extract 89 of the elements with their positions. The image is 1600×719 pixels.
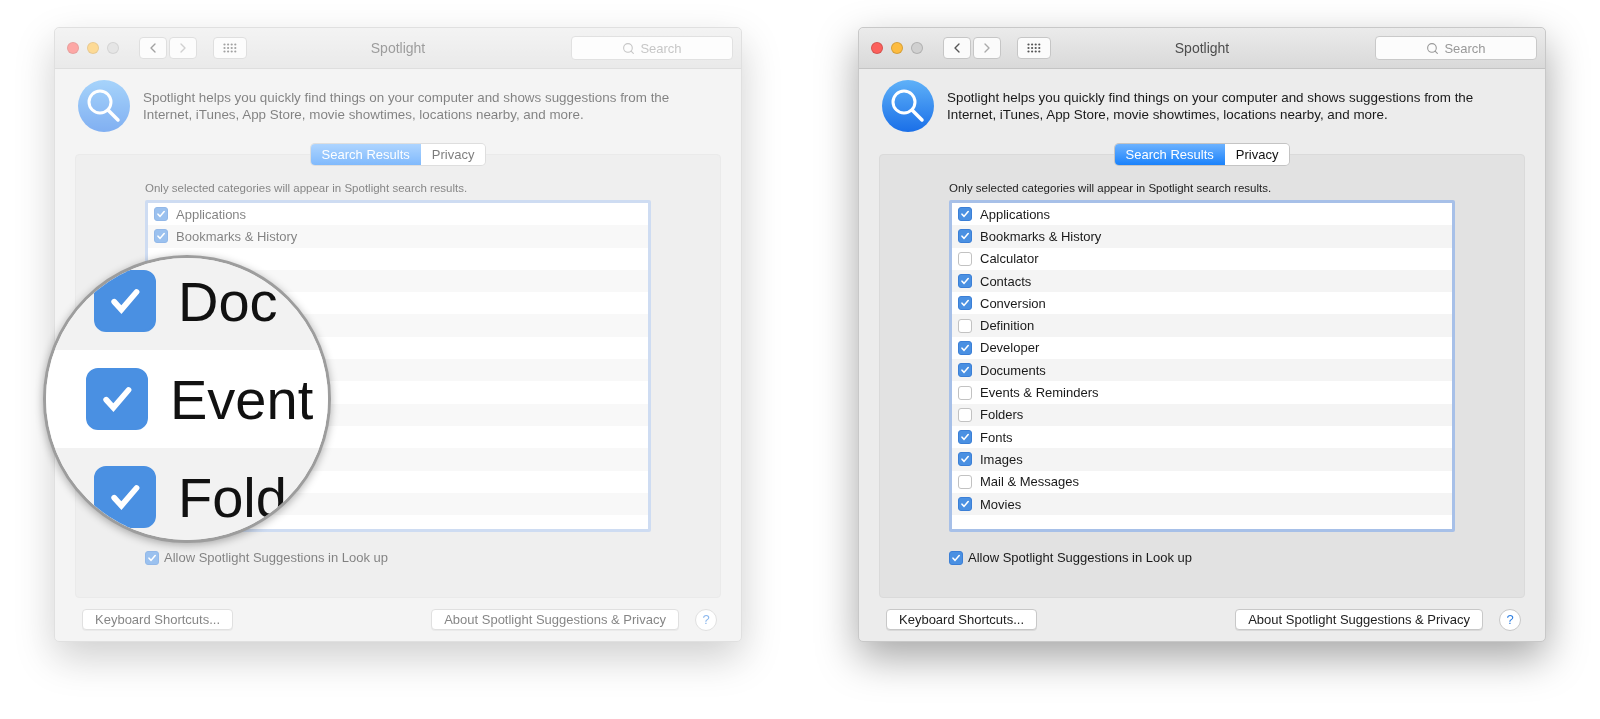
zoom-button[interactable] (911, 42, 923, 54)
list-row[interactable]: Bookmarks & History (952, 225, 1452, 248)
show-all-button[interactable] (1017, 37, 1051, 59)
list-row[interactable]: Images (952, 448, 1452, 471)
tab[interactable]: Privacy (420, 144, 486, 165)
checkmark-icon (147, 552, 157, 563)
checkmark-icon (156, 231, 166, 242)
checkbox[interactable] (958, 318, 972, 333)
category-label: Fonts (980, 429, 1013, 445)
checkbox[interactable] (958, 430, 972, 445)
checkmark-icon (960, 432, 970, 443)
checkbox[interactable] (154, 229, 168, 244)
caption-text: Only selected categories will appear in Spotlight search results. (949, 182, 1272, 194)
category-label: Calculator (980, 251, 1039, 267)
checkbox[interactable] (145, 550, 159, 565)
forward-button[interactable] (169, 37, 197, 59)
category-label: Mail & Messages (980, 474, 1079, 490)
back-button[interactable] (139, 37, 167, 59)
category-label: Events & Reminders (980, 385, 1099, 400)
about-button[interactable]: About Spotlight Suggestions & Privacy (431, 609, 679, 630)
category-label: Applications (980, 206, 1051, 222)
help-button[interactable]: ? (1499, 608, 1521, 631)
checkmark-icon (960, 231, 970, 242)
caption-text: Only selected categories will appear in Spotlight search results. (145, 182, 468, 194)
category-label: Conversion (980, 295, 1046, 311)
checkmark-icon (960, 499, 970, 509)
window-title: Spotlight (370, 40, 426, 56)
checkmark-icon (960, 365, 970, 376)
checkbox[interactable] (958, 497, 972, 511)
category-label: Images (980, 451, 1023, 467)
checkmark-icon (960, 298, 970, 309)
list-row[interactable]: Movies (952, 492, 1452, 516)
checkbox[interactable] (958, 296, 972, 311)
search-icon (1426, 41, 1440, 55)
keyboard-shortcuts-button[interactable]: Keyboard Shortcuts... (82, 609, 233, 630)
checkmark-icon (960, 276, 970, 287)
description-text: Spotlight helps you quickly find things on your computer and shows suggestions from the Internet, iTunes, App Store, movie showtimes, locations nearby, and more. (143, 89, 671, 123)
forward-button[interactable] (973, 37, 1001, 59)
list-row[interactable]: Bookmarks & History (148, 225, 648, 248)
category-label: Folders (980, 407, 1024, 423)
checkbox[interactable] (958, 474, 972, 489)
checkmark-icon (951, 552, 961, 563)
checkmark-icon (960, 342, 970, 353)
checkbox[interactable] (949, 550, 963, 565)
checkbox[interactable] (958, 207, 972, 222)
category-label: Contacts (980, 273, 1032, 289)
category-label: Applications (176, 206, 247, 222)
checkbox[interactable] (154, 207, 168, 222)
checkbox[interactable] (958, 407, 972, 422)
magnified-label: Event (170, 366, 314, 432)
tab[interactable]: Privacy (1224, 144, 1290, 165)
category-label: Bookmarks & History (176, 228, 298, 244)
checkbox-label: Allow Spotlight Suggestions in Look up (164, 550, 389, 565)
search-icon (881, 79, 935, 133)
checkbox[interactable] (958, 452, 972, 467)
checkbox[interactable] (958, 274, 972, 289)
magnified-label: Doc (178, 268, 278, 334)
checkbox[interactable] (958, 229, 972, 244)
window-title: Spotlight (1174, 40, 1230, 56)
checkbox[interactable] (958, 251, 972, 266)
back-button[interactable] (943, 37, 971, 59)
category-label: Developer (980, 340, 1040, 356)
category-label: Bookmarks & History (980, 228, 1102, 244)
search-icon (622, 41, 636, 55)
list-row[interactable]: Documents (952, 359, 1452, 382)
checkbox[interactable] (958, 385, 972, 400)
list-row[interactable]: Folders (952, 403, 1452, 426)
checkbox[interactable] (958, 340, 972, 355)
minimize-button[interactable] (891, 42, 903, 54)
grid-icon (1027, 43, 1041, 53)
minimize-button[interactable] (87, 42, 99, 54)
grid-icon (223, 43, 237, 53)
category-label: Definition (980, 318, 1035, 334)
checkmark-icon (960, 454, 970, 465)
list-row[interactable]: Definition (952, 314, 1452, 337)
about-button[interactable]: About Spotlight Suggestions & Privacy (1235, 609, 1483, 630)
category-label: Movies (980, 496, 1022, 512)
close-button[interactable] (871, 42, 883, 54)
checkbox-label: Allow Spotlight Suggestions in Look up (968, 550, 1193, 565)
keyboard-shortcuts-button[interactable]: Keyboard Shortcuts... (886, 609, 1037, 630)
checkbox[interactable] (958, 363, 972, 378)
checkmark-icon (156, 209, 166, 220)
description-text: Spotlight helps you quickly find things on your computer and shows suggestions from the Internet, iTunes, App Store, movie showtimes, locations nearby, and more. (947, 89, 1475, 123)
search-icon (77, 79, 131, 133)
list-row[interactable]: Contacts (952, 269, 1452, 293)
close-button[interactable] (67, 42, 79, 54)
category-label: Documents (980, 362, 1046, 378)
checkmark-icon (960, 209, 970, 220)
zoom-button[interactable] (107, 42, 119, 54)
